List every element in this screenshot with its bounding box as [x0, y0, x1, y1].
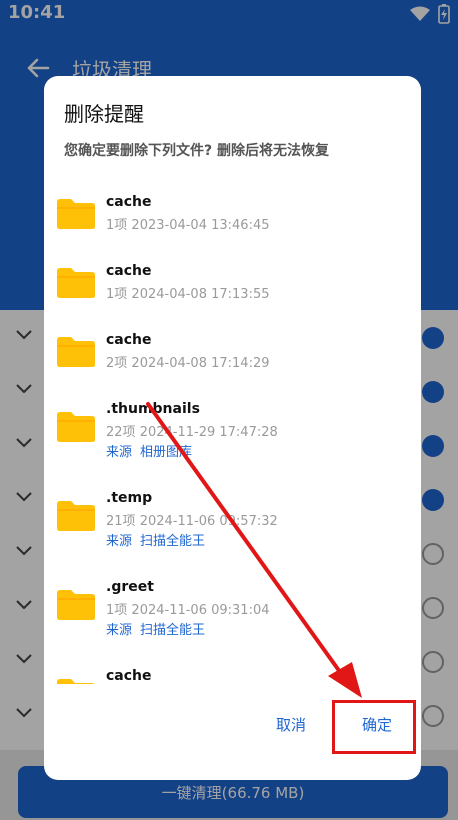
- folder-icon: [57, 337, 95, 367]
- folder-icon: [57, 412, 95, 442]
- file-source: 来源 扫描全能王: [106, 619, 205, 638]
- file-list[interactable]: cache 1项 2023-04-04 13:46:45 cache 1项 20…: [44, 176, 421, 684]
- file-meta: 1项 2024-04-08 17:13:55: [106, 283, 270, 302]
- file-time: 2024-11-06 09:57:32: [139, 514, 278, 529]
- dialog-title: 删除提醒: [64, 102, 144, 126]
- item-count: 1项: [106, 218, 128, 233]
- file-name: .greet: [106, 579, 154, 595]
- file-name: .temp: [106, 490, 153, 506]
- folder-icon: [57, 590, 95, 620]
- folder-icon: [57, 679, 95, 684]
- file-meta: 22项 2024-11-29 17:47:28: [106, 421, 278, 440]
- file-time: 2024-11-06 09:31:04: [131, 603, 270, 618]
- folder-icon: [57, 501, 95, 531]
- file-name: cache: [106, 263, 152, 279]
- source-app: 相册图库: [140, 445, 193, 460]
- item-count: 22项: [106, 425, 136, 440]
- file-name: .thumbnails: [106, 401, 200, 417]
- item-count: 1项: [106, 603, 128, 618]
- file-time: 2024-11-29 17:47:28: [139, 425, 278, 440]
- file-time: 2024-04-08 17:14:29: [131, 356, 270, 371]
- file-meta: 1项 2023-04-04 13:46:45: [106, 214, 270, 233]
- source-app: 扫描全能王: [140, 534, 206, 549]
- source-label: 来源: [106, 534, 133, 549]
- file-name: cache: [106, 194, 152, 210]
- highlight-box: [332, 700, 416, 754]
- cancel-button[interactable]: 取消: [276, 714, 306, 735]
- item-count: 2项: [106, 356, 128, 371]
- file-meta: 21项 2024-11-06 09:57:32: [106, 510, 278, 529]
- file-name: cache: [106, 668, 152, 684]
- folder-icon: [57, 268, 95, 298]
- item-count: 1项: [106, 287, 128, 302]
- file-meta: 1项 2024-11-06 09:31:04: [106, 599, 270, 618]
- file-name: cache: [106, 332, 152, 348]
- item-count: 21项: [106, 514, 136, 529]
- folder-icon: [57, 199, 95, 229]
- source-label: 来源: [106, 623, 133, 638]
- file-source: 来源 扫描全能王: [106, 530, 205, 549]
- file-time: 2023-04-04 13:46:45: [131, 218, 270, 233]
- source-label: 来源: [106, 445, 133, 460]
- delete-confirm-dialog: 删除提醒 您确定要删除下列文件? 删除后将无法恢复 cache 1项 2023-…: [44, 76, 421, 780]
- file-time: 2024-04-08 17:13:55: [131, 287, 270, 302]
- file-meta: 2项 2024-04-08 17:14:29: [106, 352, 270, 371]
- source-app: 扫描全能王: [140, 623, 206, 638]
- dialog-message: 您确定要删除下列文件? 删除后将无法恢复: [64, 143, 329, 159]
- file-source: 来源 相册图库: [106, 441, 192, 460]
